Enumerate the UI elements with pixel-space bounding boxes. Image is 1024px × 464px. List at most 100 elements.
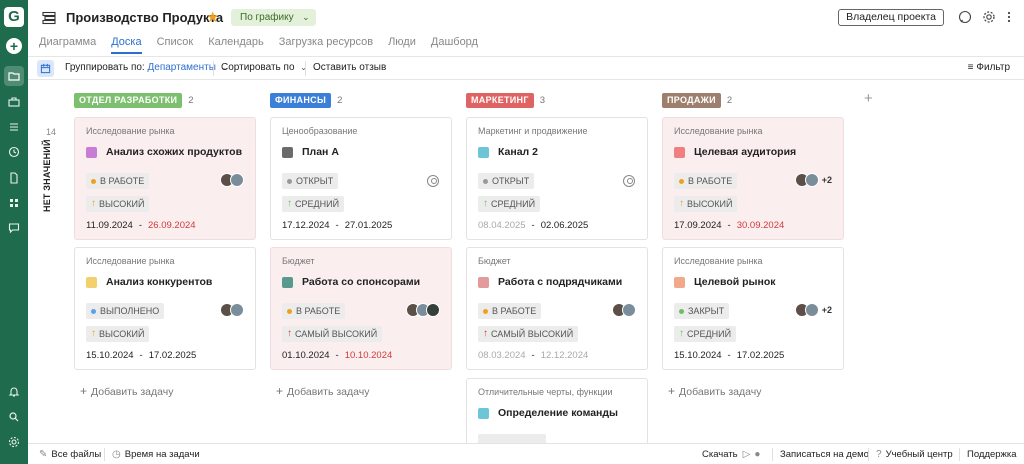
add-task-button[interactable]: + Добавить задачу	[668, 384, 761, 398]
chat-icon[interactable]	[4, 218, 24, 238]
tab-people[interactable]: Люди	[388, 36, 416, 54]
column-header[interactable]: ФИНАНСЫ 2	[270, 92, 342, 108]
divider	[305, 61, 306, 76]
assignee-avatars[interactable]	[406, 303, 440, 317]
all-files-label: Все файлы	[51, 449, 102, 460]
tab-board[interactable]: Доска	[111, 36, 142, 54]
add-task-button[interactable]: + Добавить задачу	[80, 384, 173, 398]
task-card[interactable]: Бюджет Работа со спонсорами В РАБОТЕ ↑ САМЫЙ…	[270, 247, 452, 370]
status-chip[interactable]: В РАБОТЕ	[674, 173, 738, 189]
folder-icon[interactable]	[4, 66, 24, 86]
priority-chip[interactable]: ↑ СРЕДНИЙ	[478, 196, 541, 212]
time-on-tasks-label: Время на задачи	[124, 449, 200, 460]
comments-icon[interactable]	[958, 10, 972, 24]
user-icon[interactable]	[623, 175, 635, 187]
status-chip[interactable]: В РАБОТЕ	[282, 303, 346, 319]
task-color-square	[674, 146, 685, 158]
status-dot-icon	[287, 308, 292, 314]
time-on-tasks-link[interactable]: ◷ Время на задачи	[112, 449, 200, 460]
list-icon[interactable]	[4, 117, 24, 137]
priority-chip[interactable]: ↑ ВЫСОКИЙ	[86, 196, 150, 212]
group-by-dropdown[interactable]: Группировать по: Департаменты ⌄	[65, 62, 228, 73]
priority-chip[interactable]: ↑ ВЫСОКИЙ	[86, 326, 150, 342]
task-card[interactable]: Исследование рынка Анализ схожих продукто…	[74, 117, 256, 240]
all-files-link[interactable]: ✎ Все файлы	[39, 449, 101, 460]
task-card[interactable]: Ценообразование План А ОТКРЫТ ↑ СРЕДНИЙ 17.12…	[270, 117, 452, 240]
status-chip[interactable]: В РАБОТЕ	[478, 303, 542, 319]
status-chip[interactable]: ВЫПОЛНЕНО	[86, 303, 165, 319]
assignee-avatars[interactable]	[220, 173, 244, 187]
end-date: 17.02.2025	[736, 350, 785, 361]
status-chip[interactable]: В РАБОТЕ	[86, 173, 150, 189]
assignee-avatars[interactable]	[220, 303, 244, 317]
column-header[interactable]: МАРКЕТИНГ 3	[466, 92, 545, 108]
download-link[interactable]: Скачать ▷ ●	[702, 449, 764, 460]
priority-chip[interactable]: ↑ САМЫЙ ВЫСОКИЙ	[478, 326, 579, 342]
task-card[interactable]: Исследование рынка Анализ конкурентов ВЫПО…	[74, 247, 256, 370]
task-category: Исследование рынка	[86, 126, 175, 136]
task-card[interactable]: Бюджет Работа с подрядчиками В РАБОТЕ ↑ САМЫ…	[466, 247, 648, 370]
support-link[interactable]: Поддержка	[967, 449, 1017, 460]
project-list-icon[interactable]	[42, 11, 56, 25]
status-label: ОТКРЫТ	[492, 176, 530, 186]
sort-by-dropdown[interactable]: Сортировать по ⌄	[221, 62, 307, 73]
status-chip[interactable]: ОТКРЫТ	[282, 173, 339, 189]
status-chip[interactable]	[478, 434, 546, 443]
briefcase-icon[interactable]	[4, 92, 24, 112]
add-task-button[interactable]: + Добавить задачу	[276, 384, 369, 398]
priority-label: СРЕДНИЙ	[295, 199, 340, 209]
priority-chip[interactable]: ↑ ВЫСОКИЙ	[674, 196, 738, 212]
assignee-avatars[interactable]: +2	[794, 173, 832, 187]
task-card[interactable]: Исследование рынка Целевой рынок ЗАКРЫТ ↑ СР…	[662, 247, 844, 370]
priority-chip[interactable]: ↑ СРЕДНИЙ	[674, 326, 737, 342]
user-icon[interactable]	[427, 175, 439, 187]
learning-center-label: Учебный центр	[885, 449, 953, 460]
tab-list[interactable]: Список	[157, 36, 194, 54]
status-chip[interactable]: ЗАКРЫТ	[674, 303, 730, 319]
bell-icon[interactable]	[4, 382, 24, 402]
learning-center-link[interactable]: ? Учебный центр	[876, 449, 953, 460]
tab-resource-load[interactable]: Загрузка ресурсов	[279, 36, 373, 54]
book-demo-link[interactable]: Записаться на демо	[780, 449, 869, 460]
more-icon[interactable]	[1002, 10, 1016, 24]
task-color-square	[86, 276, 97, 288]
gear-icon[interactable]	[982, 10, 996, 24]
task-color-square	[282, 146, 293, 158]
project-status-dropdown[interactable]: По графику ⌄	[231, 9, 316, 26]
column-header[interactable]: ОТДЕЛ РАЗРАБОТКИ 2	[74, 92, 194, 108]
project-owner-button[interactable]: Владелец проекта	[838, 9, 944, 26]
divider	[772, 448, 773, 461]
status-chip[interactable]: ОТКРЫТ	[478, 173, 535, 189]
more-assignees-count: +2	[821, 305, 832, 315]
feedback-link[interactable]: Оставить отзыв	[313, 62, 386, 73]
column-header[interactable]: ПРОДАЖИ 2	[662, 92, 732, 108]
add-icon[interactable]: +	[6, 38, 22, 54]
add-column-button[interactable]: +	[864, 90, 873, 107]
assignee-avatars[interactable]: +2	[794, 303, 832, 317]
timer-icon: ◷	[112, 449, 121, 460]
settings-icon[interactable]	[4, 432, 24, 452]
app-logo[interactable]: G	[4, 7, 24, 27]
task-card[interactable]: Маркетинг и продвижение Канал 2 ОТКРЫТ ↑ СРЕ…	[466, 117, 648, 240]
tab-dashboard[interactable]: Дашборд	[431, 36, 478, 54]
star-icon[interactable]: ★	[206, 8, 219, 26]
document-icon[interactable]	[4, 168, 24, 188]
task-card[interactable]: Исследование рынка Целевая аудитория В РАБ…	[662, 117, 844, 240]
filter-button[interactable]: ≡ Фильтр	[968, 62, 1010, 73]
task-title-row: Целевая аудитория	[674, 146, 796, 158]
calendar-icon[interactable]	[37, 60, 54, 77]
tab-diagram[interactable]: Диаграмма	[39, 36, 96, 54]
assignee-avatars[interactable]	[612, 303, 636, 317]
grid-icon[interactable]	[4, 193, 24, 213]
clock-icon[interactable]	[4, 142, 24, 162]
tab-calendar[interactable]: Календарь	[208, 36, 264, 54]
date-separator: -	[727, 350, 731, 361]
task-dates: 01.10.2024-10.10.2024	[282, 350, 392, 361]
filter-icon: ≡	[967, 62, 974, 73]
priority-chip[interactable]: ↑ СРЕДНИЙ	[282, 196, 345, 212]
divider	[213, 61, 214, 76]
priority-chip[interactable]: ↑ САМЫЙ ВЫСОКИЙ	[282, 326, 383, 342]
task-dates: 17.09.2024-30.09.2024	[674, 220, 784, 231]
task-card[interactable]: Отличительные черты, функции Определение …	[466, 378, 648, 443]
search-icon[interactable]	[4, 407, 24, 427]
